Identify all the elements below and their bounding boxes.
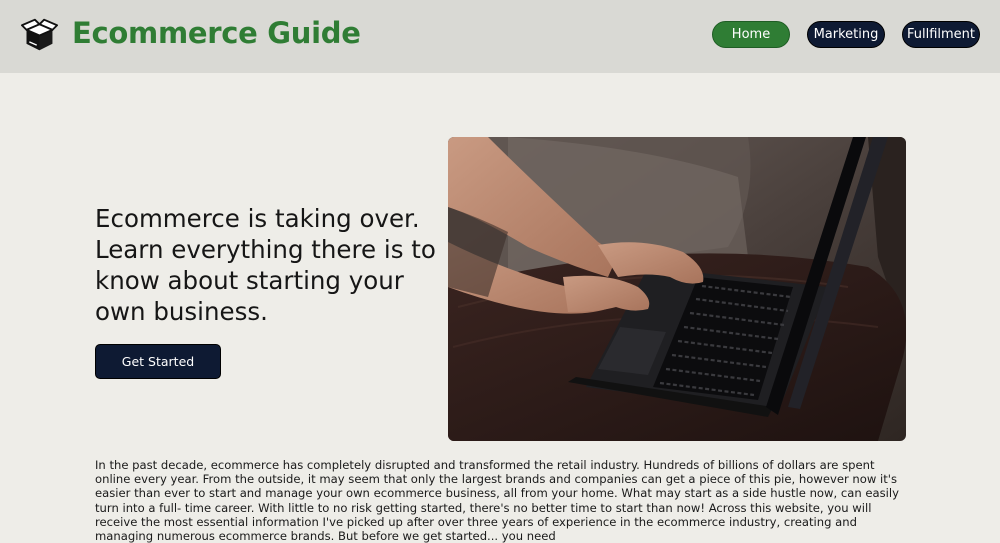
nav-marketing-button[interactable]: Marketing	[807, 21, 885, 48]
get-started-button[interactable]: Get Started	[95, 344, 221, 379]
intro-paragraph: In the past decade, ecommerce has comple…	[95, 458, 899, 543]
site-header: Ecommerce Guide Home Marketing Fullfilme…	[0, 0, 1000, 73]
nav-home-button[interactable]: Home	[712, 21, 790, 48]
brand-title[interactable]: Ecommerce Guide	[72, 16, 361, 50]
hero-laptop-image	[448, 137, 906, 441]
nav-fulfilment-button[interactable]: Fullfilment	[902, 21, 980, 48]
open-box-icon[interactable]	[21, 16, 58, 53]
hero-headline: Ecommerce is taking over. Learn everythi…	[95, 204, 436, 326]
